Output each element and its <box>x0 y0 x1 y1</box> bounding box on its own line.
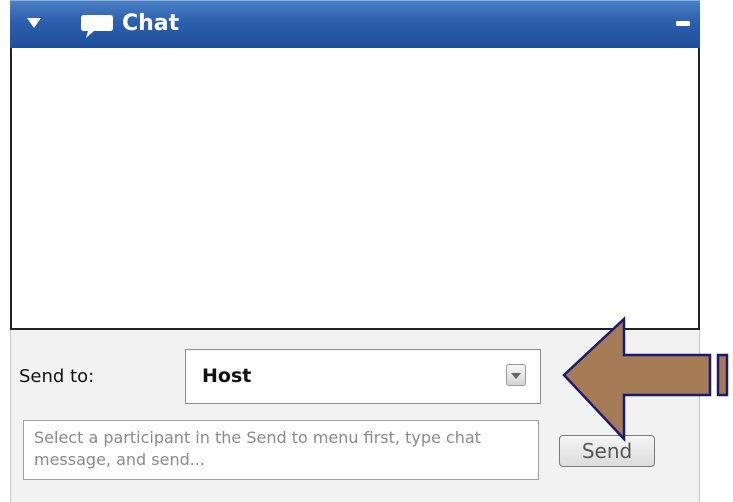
panel-title: Chat <box>122 11 180 36</box>
chat-bubble-icon <box>81 15 113 38</box>
dropdown-arrow-icon[interactable] <box>506 364 526 386</box>
chat-message-input[interactable] <box>23 420 539 480</box>
chat-message-area <box>10 48 700 330</box>
send-to-dropdown[interactable]: Host <box>185 349 541 404</box>
send-to-selected-value: Host <box>202 365 252 387</box>
send-to-label: Send to: <box>19 366 95 387</box>
callout-arrow-icon <box>562 316 729 443</box>
chat-title-bar: Chat <box>10 0 700 48</box>
collapse-triangle-icon[interactable] <box>27 18 41 28</box>
minimize-icon[interactable] <box>676 21 690 26</box>
